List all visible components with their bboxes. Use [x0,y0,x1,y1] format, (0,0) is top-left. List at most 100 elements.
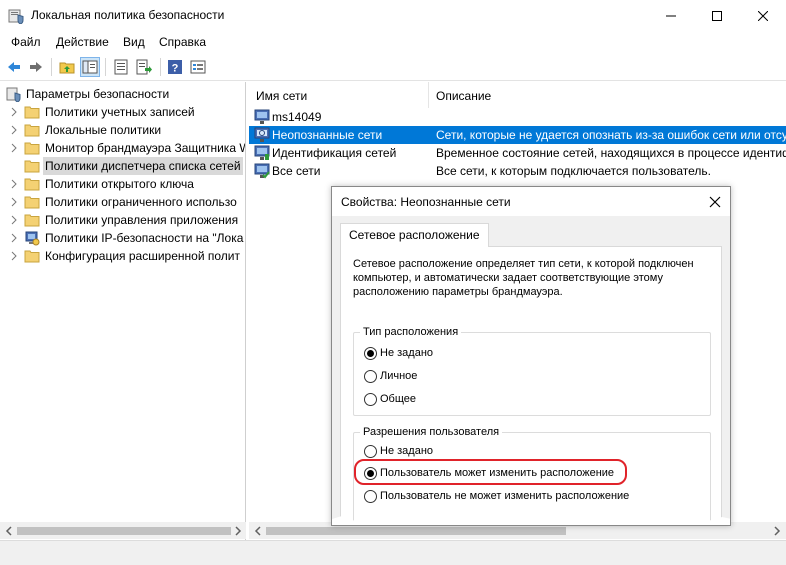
scroll-left-icon[interactable] [253,526,263,536]
network-name: Все сети [272,164,321,178]
minimize-button[interactable] [648,0,694,31]
chevron-right-icon[interactable] [10,251,18,261]
export-list-button[interactable] [134,57,154,77]
ip-security-icon [25,231,40,246]
close-icon [758,10,768,21]
show-hide-tree-button[interactable] [80,57,100,77]
dialog-close-icon[interactable] [706,193,724,211]
list-row[interactable]: Идентификация сетей Временное состояние … [249,144,786,162]
tree-item-firewall-monitor[interactable]: Монитор брандмауэра Защитника W [0,139,245,157]
dialog-title-bar[interactable]: Свойства: Неопознанные сети [332,187,730,216]
radio[interactable] [364,369,377,383]
column-header-name[interactable]: Имя сети [249,82,429,108]
radio-selected[interactable] [364,346,377,360]
folder-icon [24,178,40,191]
radio[interactable] [364,444,377,458]
tree-root[interactable]: Параметры безопасности [0,85,245,103]
menu-file[interactable]: Файл [11,35,41,49]
network-unidentified-icon [254,127,270,142]
forward-arrow-icon [30,62,42,72]
back-button[interactable] [4,57,24,77]
folder-icon [24,106,40,119]
radio[interactable] [364,489,377,503]
svg-text:?: ? [172,63,179,75]
list-row[interactable]: Все сети Все сети, к которым подключаетс… [249,162,786,180]
chevron-right-icon[interactable] [10,179,18,189]
tree-item-public-key-policies[interactable]: Политики открытого ключа [0,175,245,193]
tree-item-label: Конфигурация расширенной полит [45,249,240,263]
scroll-right-icon[interactable] [233,526,243,536]
chevron-right-icon[interactable] [10,215,18,225]
forward-button[interactable] [26,57,46,77]
list-row[interactable]: ms14049 [249,108,786,126]
minimize-icon [666,15,676,16]
show-hide-tree-icon [82,60,98,74]
close-button[interactable] [740,0,786,31]
security-policy-icon [8,9,24,24]
network-name: Идентификация сетей [272,146,397,160]
view-button[interactable] [188,57,208,77]
location-type-option-private[interactable]: Личное [364,368,417,384]
radio-label: Не задано [380,347,434,359]
tree-item-label: Политики учетных записей [45,105,195,119]
list-row-selected[interactable]: Неопознанные сети Сети, которые не удает… [249,126,786,144]
tree-horizontal-scrollbar[interactable] [0,522,246,539]
network-description: Временное состояние сетей, находящихся в… [436,146,786,160]
menu-view[interactable]: Вид [123,35,145,49]
help-button[interactable]: ? [165,57,185,77]
menu-bar: Файл Действие Вид Справка [0,31,786,53]
scrollbar-thumb[interactable] [17,527,231,535]
chevron-right-icon[interactable] [10,143,18,153]
tree-item-local-policies[interactable]: Локальные политики [0,121,245,139]
folder-icon [24,214,40,227]
tab-network-location[interactable]: Сетевое расположение [340,223,489,247]
view-icon [190,60,206,74]
location-type-option-not-set[interactable]: Не задано [364,345,433,361]
location-type-option-public[interactable]: Общее [364,391,416,407]
chevron-right-icon[interactable] [10,107,18,117]
tree-item-label: Политики IP-безопасности на "Лока [45,231,244,245]
tree-item-account-policies[interactable]: Политики учетных записей [0,103,245,121]
status-bar [0,540,786,565]
scroll-left-icon[interactable] [4,526,14,536]
network-name: Неопознанные сети [272,128,383,142]
permission-option-not-set[interactable]: Не задано [364,443,433,459]
description-line: расположению параметры брандмауэра. [353,286,563,298]
chevron-right-icon[interactable] [10,233,18,243]
tree-item-software-restriction[interactable]: Политики ограниченного использо [0,193,245,211]
up-button[interactable] [57,57,77,77]
torn-edge [332,516,730,525]
network-identifying-icon [254,145,270,160]
chevron-right-icon[interactable] [10,197,18,207]
up-folder-icon [59,62,75,74]
radio[interactable] [364,392,377,406]
network-description: Сети, которые не удается опознать из-за … [436,128,786,142]
tree-item-label: Локальные политики [45,123,162,137]
permission-option-cannot-change[interactable]: Пользователь не может изменить расположе… [364,488,629,504]
scrollbar-thumb[interactable] [266,527,566,535]
chevron-right-icon[interactable] [10,125,18,135]
description-line: компьютер, и автоматически задает соотве… [353,272,663,284]
window-title: Локальная политика безопасности [31,8,225,22]
tree-item-advanced-audit[interactable]: Конфигурация расширенной полит [0,247,245,265]
tree-item-network-list-policies[interactable]: Политики диспетчера списка сетей [0,157,245,175]
tree-item-app-control[interactable]: Политики управления приложения [0,211,245,229]
network-name: ms14049 [272,110,322,124]
network-all-icon [254,163,270,179]
radio-label: Общее [380,393,417,405]
description-line: Сетевое расположение определяет тип сети… [353,258,694,270]
properties-icon [114,59,128,75]
title-bar: Локальная политика безопасности [0,0,786,31]
folder-icon [24,160,40,173]
properties-button[interactable] [111,57,131,77]
tree-item-ip-security[interactable]: Политики IP-безопасности на "Лока [0,229,245,247]
scroll-right-icon[interactable] [772,526,782,536]
toolbar: ? [0,53,786,81]
menu-help[interactable]: Справка [159,35,206,49]
back-arrow-icon [8,62,20,72]
maximize-button[interactable] [694,0,740,31]
menu-action[interactable]: Действие [56,35,109,49]
tree-pane[interactable]: Параметры безопасности Политики учетных … [0,82,246,540]
network-icon [254,109,270,124]
column-header-description[interactable]: Описание [429,82,786,108]
